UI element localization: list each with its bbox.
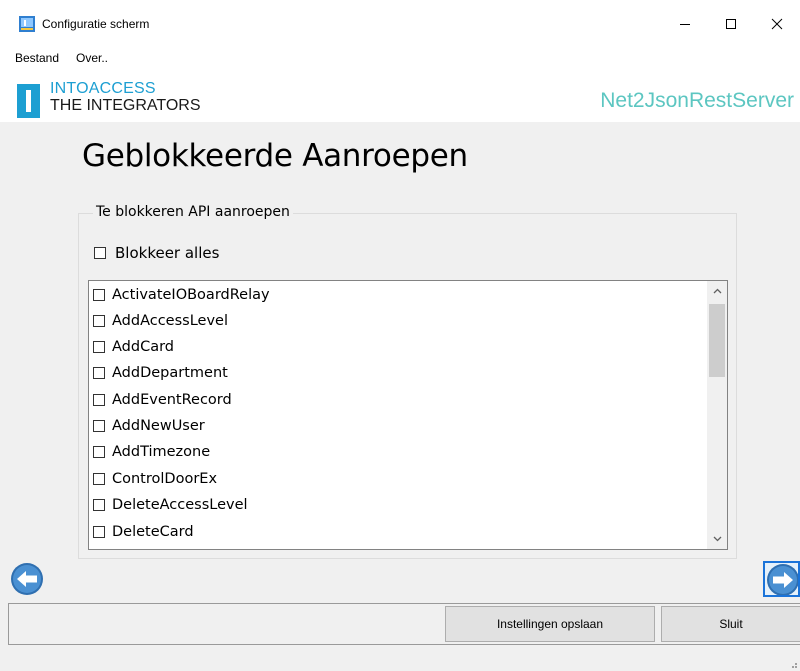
chevron-down-icon (713, 536, 721, 542)
resize-grip-icon[interactable] (788, 659, 798, 669)
maximize-button[interactable] (708, 0, 754, 47)
checkbox[interactable] (93, 289, 105, 301)
list-item[interactable]: AddEventRecord (93, 387, 232, 413)
close-button[interactable] (754, 0, 800, 47)
list-item[interactable]: ControlDoorEx (93, 466, 217, 492)
maximize-icon (726, 18, 736, 29)
checkbox[interactable] (93, 394, 105, 406)
api-listbox[interactable]: ActivateIOBoardRelay AddAccessLevel AddC… (88, 280, 728, 550)
scroll-up-button[interactable] (707, 281, 727, 301)
menu-over[interactable]: Over.. (76, 51, 108, 65)
list-item-label: AddCard (112, 339, 174, 355)
checkbox[interactable] (94, 247, 106, 259)
previous-page-button[interactable] (10, 562, 44, 596)
checkbox[interactable] (93, 315, 105, 327)
list-item-label: ControlDoorEx (112, 471, 218, 487)
app-icon (19, 16, 35, 32)
list-item-label: AddEventRecord (112, 392, 232, 408)
close-dialog-button[interactable]: Sluit (661, 606, 800, 642)
checkbox[interactable] (93, 526, 105, 538)
list-item[interactable]: AddDepartment (93, 360, 228, 386)
list-item-label: AddTimezone (112, 444, 211, 460)
logo-mark (17, 84, 40, 118)
api-list: ActivateIOBoardRelay AddAccessLevel AddC… (89, 281, 707, 549)
block-all-checkbox[interactable]: Blokkeer alles (94, 244, 219, 262)
minimize-icon (680, 23, 690, 25)
product-name: Net2JsonRestServer (600, 89, 794, 112)
checkbox[interactable] (93, 446, 105, 458)
title-bar: Configuratie scherm (0, 0, 800, 47)
list-item-label: ActivateIOBoardRelay (112, 287, 270, 303)
checkbox[interactable] (93, 367, 105, 379)
checkbox[interactable] (93, 499, 105, 511)
list-item[interactable]: DeleteAccessLevel (93, 492, 248, 518)
scroll-down-button[interactable] (707, 529, 727, 549)
next-page-button[interactable] (763, 561, 800, 597)
list-item-label: DeleteCard (112, 524, 194, 540)
minimize-button[interactable] (662, 0, 708, 47)
list-item[interactable]: AddAccessLevel (93, 308, 228, 334)
page-title: Geblokkeerde Aanroepen (82, 138, 468, 174)
list-item-label: DeleteAccessLevel (112, 497, 248, 513)
logo-line1: INTOACCESS (50, 80, 156, 97)
list-item[interactable]: AddNewUser (93, 413, 205, 439)
window-title: Configuratie scherm (42, 17, 150, 31)
list-item[interactable]: DeleteCard (93, 519, 194, 545)
list-item-label: AddAccessLevel (112, 313, 228, 329)
list-item[interactable]: AddCard (93, 334, 174, 360)
arrow-right-icon (767, 564, 798, 595)
list-item[interactable]: AddTimezone (93, 439, 210, 465)
list-item[interactable]: ActivateIOBoardRelay (93, 282, 270, 308)
menu-bestand[interactable]: Bestand (15, 51, 59, 65)
block-all-label: Blokkeer alles (115, 244, 220, 262)
chevron-up-icon (713, 288, 721, 294)
save-settings-button[interactable]: Instellingen opslaan (445, 606, 655, 642)
checkbox[interactable] (93, 473, 105, 485)
list-item-label: AddNewUser (112, 418, 205, 434)
logo-line2: THE INTEGRATORS (50, 97, 201, 114)
close-icon (771, 18, 783, 29)
menu-bar: Bestand Over.. (0, 47, 800, 69)
list-item-label: AddDepartment (112, 365, 228, 381)
checkbox[interactable] (93, 341, 105, 353)
scroll-thumb[interactable] (709, 304, 725, 377)
group-legend: Te blokkeren API aanroepen (93, 204, 293, 220)
checkbox[interactable] (93, 420, 105, 432)
vertical-scrollbar[interactable] (707, 281, 727, 549)
